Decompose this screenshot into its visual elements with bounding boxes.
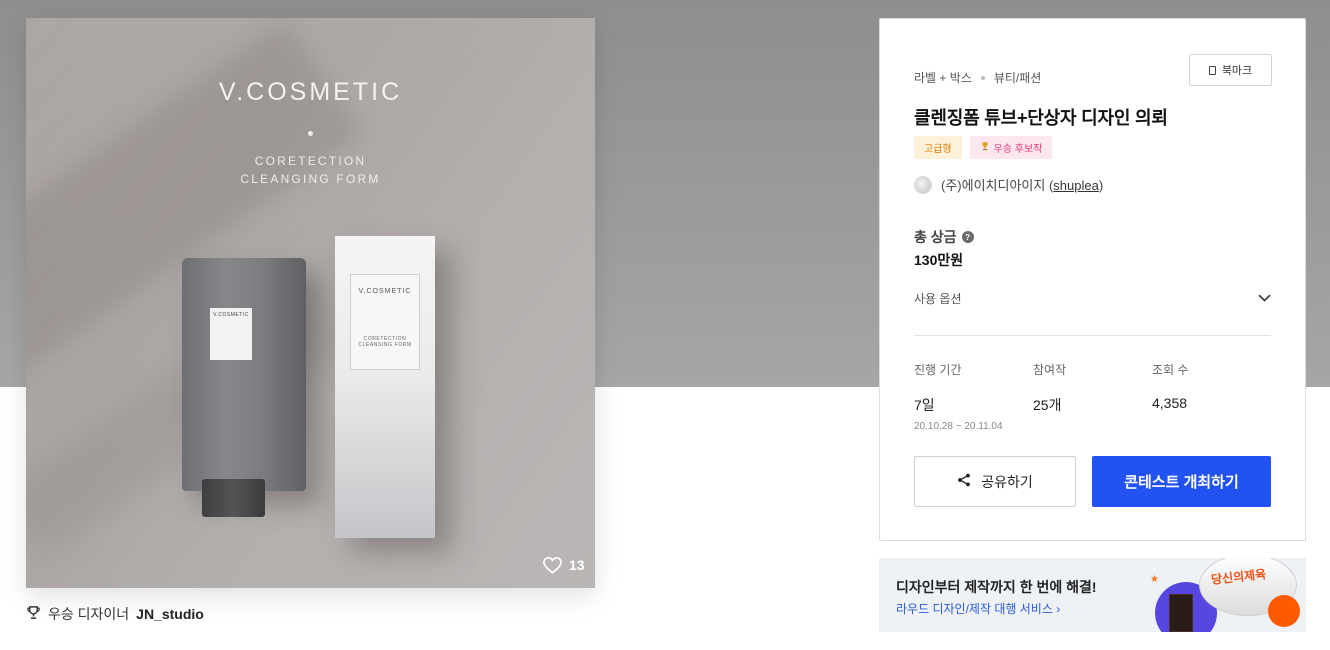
avatar[interactable] [914,175,932,194]
prize-value: 130만원 [914,252,964,268]
promo-link[interactable]: 라우드 디자인/제작 대행 서비스 › [896,600,1060,617]
period-label: 진행 기간 [914,363,962,377]
badge-group: 고급형 우승 후보작 [914,136,1053,159]
winner-info: 우승 디자이너 JN_studio [26,604,204,624]
product-subtitle-line2: CLEANGING FORM [240,172,381,186]
owner-handle-link[interactable]: shuplea [1053,178,1099,193]
like-count: 13 [569,557,585,573]
winner-name[interactable]: JN_studio [136,606,204,622]
box-brand-text: V.COSMETIC [358,288,412,295]
host-contest-button[interactable]: 콘테스트 개최하기 [1092,456,1271,507]
tube-cap [202,479,265,517]
like-button[interactable]: 13 [542,556,585,574]
product-brand-text: V.COSMETIC [218,78,403,106]
promo-title: 디자인부터 제작까지 한 번에 해결! [896,579,1097,595]
owner-handle-close: ) [1098,178,1104,193]
owner-name: (주)에이치디아이지 [941,178,1046,193]
chevron-down-icon [1258,291,1271,305]
period-value: 7일 [914,397,935,413]
contest-info-card: 라벨 + 박스 뷰티/패션 북마크 클렌징폼 튜브+단상자 디자인 의뢰 고급형… [879,18,1306,541]
category-secondary[interactable]: 뷰티/패션 [994,69,1042,86]
views-value: 4,358 [1152,395,1188,411]
breadcrumb-separator [980,75,985,80]
promo-link-label: 라우드 디자인/제작 대행 서비스 [896,602,1053,616]
period-end: 20.11.04 [964,421,1003,432]
product-subtitle-line1: CORETECTION [254,154,367,168]
prize-label: 총 상금 [914,229,957,245]
stat-period: 진행 기간 7일 20.10.28 ~ 20.11.04 [914,361,1003,432]
stat-entries: 참여작 25개 [1033,361,1066,415]
candidate-badge: 우승 후보작 [969,136,1053,159]
help-icon[interactable]: ? [961,231,974,243]
box-subtitle: CORETECTION CLEANSING FORM [350,336,420,348]
entries-value: 25개 [1033,397,1062,413]
sparkle-icon: ★ [1150,574,1159,585]
promo-package-image [1169,594,1193,632]
premium-badge: 고급형 [914,136,962,159]
period-start: 20.10.28 [914,421,953,432]
share-button[interactable]: 공유하기 [914,456,1076,507]
box-subtitle-line2: CLEANSING FORM [358,342,412,348]
options-dropdown[interactable]: 사용 옵션 [914,283,1271,313]
divider [914,335,1271,336]
bookmark-label: 북마크 [1221,65,1253,77]
prize-label-row: 총 상금 ? [914,227,974,247]
heart-icon [542,556,563,574]
trophy-icon [26,605,41,623]
candidate-badge-label: 우승 후보작 [993,144,1043,155]
breadcrumb: 라벨 + 박스 뷰티/패션 [914,69,1041,86]
entries-label: 참여작 [1033,363,1067,377]
owner-name-group: (주)에이치디아이지 (shuplea) [941,175,1103,194]
views-label: 조회 수 [1152,363,1189,377]
chevron-right-icon: › [1056,602,1061,616]
period-dates: 20.10.28 ~ 20.11.04 [914,421,1003,432]
brand-dot [308,131,313,136]
share-label: 공유하기 [981,473,1033,490]
share-icon [957,473,971,490]
contest-owner: (주)에이치디아이지 (shuplea) [914,175,1103,194]
cleansing-tube [182,258,306,491]
options-label: 사용 옵션 [914,291,962,306]
winner-label: 우승 디자이너 [48,606,130,622]
contest-title: 클렌징폼 튜브+단상자 디자인 의뢰 [914,108,1168,128]
promo-dot [1268,595,1300,627]
contest-page: V.COSMETIC CORETECTION CLEANGING FORM V.… [0,0,1330,650]
product-image[interactable]: V.COSMETIC CORETECTION CLEANGING FORM V.… [26,18,595,588]
tube-label-text: V.COSMETIC [213,312,249,318]
bookmark-icon [1208,65,1216,75]
stat-views: 조회 수 4,358 [1152,361,1188,411]
promo-banner[interactable]: 디자인부터 제작까지 한 번에 해결! 라우드 디자인/제작 대행 서비스 › … [879,558,1306,632]
category-primary[interactable]: 라벨 + 박스 [914,69,972,86]
bookmark-button[interactable]: 북마크 [1189,54,1272,86]
promo-illustration: ★ 당신의제육 [1147,558,1306,632]
trophy-icon [980,141,990,154]
period-separator: ~ [955,421,962,432]
